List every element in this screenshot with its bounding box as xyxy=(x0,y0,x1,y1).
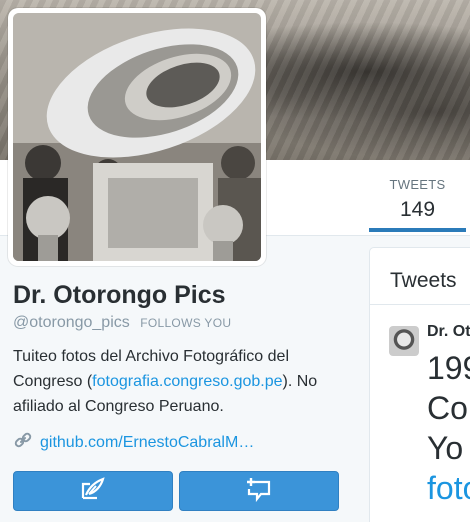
panel-divider xyxy=(370,304,470,305)
link-icon xyxy=(13,430,33,455)
tweet-text-line: Co xyxy=(427,390,468,426)
profile-page: TWEETS 149 Dr. Otorongo Pics @otorongo_p… xyxy=(0,0,470,522)
profile-website-row: github.com/ErnestoCabralM… xyxy=(13,430,254,455)
handle-row: @otorongo_pics FOLLOWS YOU xyxy=(13,314,231,332)
profile-avatar[interactable] xyxy=(8,8,266,266)
tweet-author-avatar[interactable] xyxy=(389,326,419,356)
follows-you-badge: FOLLOWS YOU xyxy=(140,316,232,330)
direct-message-icon xyxy=(245,476,273,507)
tweet-link[interactable]: foto xyxy=(427,468,470,508)
tweet-author-name[interactable]: Dr. Ot xyxy=(427,323,470,341)
tweet-text-line: Yo xyxy=(427,430,464,466)
robot-photo-illustration xyxy=(13,13,261,261)
tweets-stat-value: 149 xyxy=(399,198,436,221)
tweets-stat[interactable]: TWEETS 149 xyxy=(369,176,466,232)
website-link[interactable]: github.com/ErnestoCabralM… xyxy=(40,434,254,451)
compose-tweet-icon xyxy=(79,476,107,507)
tweets-stat-label: TWEETS xyxy=(389,177,446,192)
tweet-to-button[interactable] xyxy=(13,471,173,511)
message-button[interactable] xyxy=(179,471,339,511)
active-tab-indicator xyxy=(369,228,466,232)
tweets-timeline-panel: Tweets Dr. Ot 199 Co Yo foto xyxy=(369,247,470,522)
profile-handle[interactable]: @otorongo_pics xyxy=(13,314,130,331)
profile-bio: Tuiteo fotos del Archivo Fotográfico del… xyxy=(13,344,333,419)
profile-name: Dr. Otorongo Pics xyxy=(13,281,226,309)
bio-link[interactable]: fotografia.congreso.gob.pe xyxy=(92,373,282,390)
tweets-panel-title: Tweets xyxy=(390,269,457,292)
profile-avatar-image xyxy=(13,13,261,261)
tweet-text-line: 199 xyxy=(427,350,470,386)
tweet-text: 199 Co Yo foto xyxy=(427,348,470,508)
